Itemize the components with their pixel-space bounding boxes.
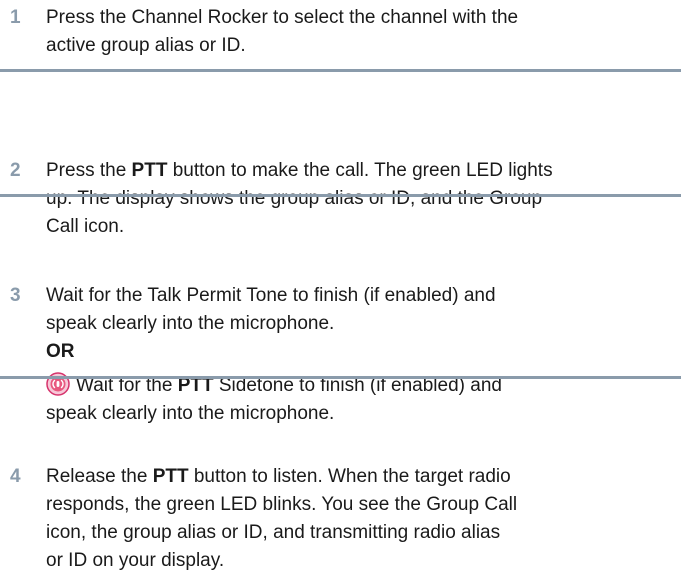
text-run: button to make the call. The green LED l… [167, 160, 553, 181]
ptt-label: PTT [152, 466, 189, 487]
step-number: 4 [10, 466, 21, 487]
text-run: Release the [46, 466, 153, 487]
step-text-line: icon, the group alias or ID, and transmi… [46, 522, 501, 543]
text-run: Press the [46, 160, 132, 181]
step-text-line: active group alias or ID. [46, 35, 246, 56]
step-text-line: Press the Channel Rocker to select the c… [46, 7, 519, 28]
step-divider [0, 69, 681, 72]
step-text-line: Press the PTT button to make the call. T… [46, 157, 678, 185]
step-text-line: Call icon. [46, 216, 125, 237]
step-text-line: responds, the green LED blinks. You see … [46, 494, 518, 515]
step-text-line: Wait for the Talk Permit Tone to finish … [46, 285, 496, 306]
or-label: OR [46, 341, 75, 362]
procedure-steps: 1 Press the Channel Rocker to select the… [0, 0, 681, 571]
step-divider [0, 376, 681, 379]
step-number: 3 [10, 285, 21, 306]
step-text-line: speak clearly into the microphone. [46, 403, 335, 424]
step-text: Press the PTT button to make the call. T… [46, 157, 678, 241]
step-number: 2 [10, 160, 21, 181]
step-text: Press the Channel Rocker to select the c… [46, 4, 678, 60]
step-text-line: up. The display shows the group alias or… [46, 188, 543, 209]
step-text-line: or ID on your display. [46, 550, 225, 571]
text-run: button to listen. When the target radio [188, 466, 511, 487]
step-text: Release the PTT button to listen. When t… [46, 463, 678, 575]
step-text: Wait for the Talk Permit Tone to finish … [46, 282, 678, 428]
step-number: 1 [10, 7, 21, 28]
step-text-line: speak clearly into the microphone. [46, 313, 335, 334]
step-1: 1 Press the Channel Rocker to select the… [0, 0, 681, 70]
step-divider [0, 194, 681, 197]
ptt-label: PTT [131, 160, 168, 181]
step-text-line: Release the PTT button to listen. When t… [46, 463, 678, 491]
